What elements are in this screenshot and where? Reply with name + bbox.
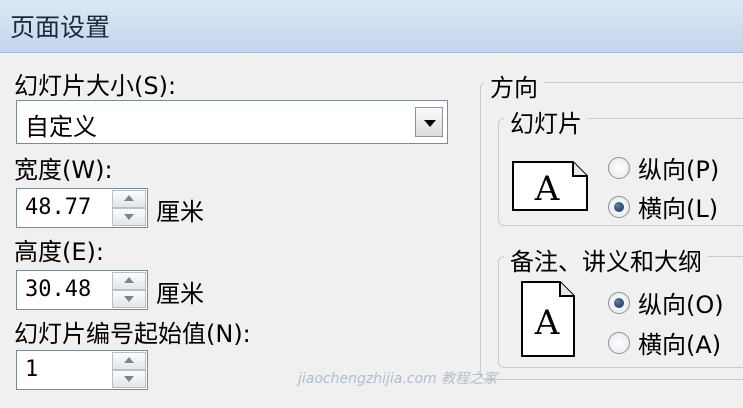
chevron-down-icon[interactable] [415, 107, 443, 137]
height-increment-icon[interactable] [112, 272, 146, 290]
notes-landscape-label[interactable]: 横向(A) [638, 325, 721, 360]
slides-orientation-title: 幻灯片 [504, 104, 588, 139]
numbering-decrement-icon[interactable] [112, 370, 146, 388]
page-glyph: A [534, 169, 560, 209]
watermark: jiaochengzhijia.com 教程之家 [298, 371, 498, 387]
height-decrement-icon[interactable] [112, 290, 146, 308]
slide-size-select[interactable]: 自定义 [16, 100, 448, 144]
notes-portrait-label[interactable]: 纵向(O) [638, 285, 724, 320]
notes-orientation-title: 备注、讲义和大纲 [504, 242, 708, 277]
dialog-title-bar[interactable]: 页面设置 [0, 0, 743, 53]
width-input[interactable]: 48.77 [16, 188, 148, 228]
width-unit: 厘米 [156, 198, 204, 226]
slides-portrait-label[interactable]: 纵向(P) [638, 150, 719, 185]
width-label: 宽度(W): [14, 156, 113, 184]
numbering-increment-icon[interactable] [112, 352, 146, 370]
slide-size-value: 自定义 [25, 113, 97, 141]
page-glyph: A [534, 303, 560, 343]
page-letter-a-icon: A [512, 161, 588, 211]
orientation-title: 方向 [484, 68, 544, 103]
notes-portrait-radio[interactable] [608, 292, 630, 314]
height-input[interactable]: 30.48 [16, 270, 148, 310]
numbering-value: 1 [25, 357, 39, 382]
width-increment-icon[interactable] [112, 190, 146, 208]
width-decrement-icon[interactable] [112, 208, 146, 226]
height-unit: 厘米 [156, 280, 204, 308]
slides-landscape-label[interactable]: 横向(L) [638, 189, 718, 224]
slides-portrait-radio[interactable] [608, 157, 630, 179]
notes-landscape-radio[interactable] [608, 332, 630, 354]
slides-landscape-radio[interactable] [608, 196, 630, 218]
height-label: 高度(E): [14, 238, 104, 266]
width-value: 48.77 [25, 195, 92, 220]
numbering-label: 幻灯片编号起始值(N): [14, 320, 251, 348]
numbering-input[interactable]: 1 [16, 350, 148, 390]
slide-size-label: 幻灯片大小(S): [14, 72, 177, 100]
height-value: 30.48 [25, 277, 92, 302]
page-letter-a-icon: A [521, 281, 575, 357]
dialog-title: 页面设置 [10, 13, 111, 42]
